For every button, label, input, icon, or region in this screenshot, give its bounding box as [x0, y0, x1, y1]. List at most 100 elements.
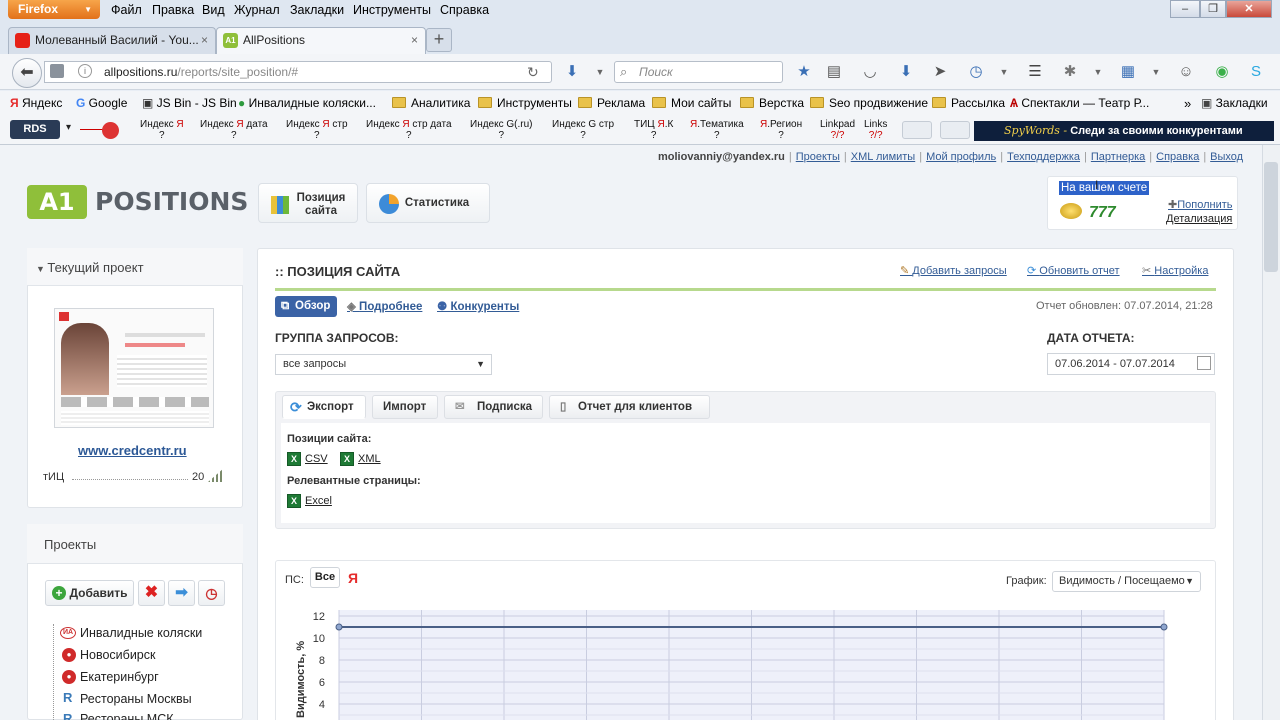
nav-site-position[interactable]: Позиция сайта	[258, 183, 358, 223]
bookmark-folder-layout[interactable]: Верстка	[740, 96, 804, 110]
project-item[interactable]: Рестораны Москвы	[80, 692, 192, 706]
downloads-icon[interactable]: ⬇	[896, 62, 916, 82]
menu-bookmarks[interactable]: Закладки	[290, 3, 344, 17]
addon-ya-region[interactable]: Я.Регион?	[760, 119, 802, 141]
data-point[interactable]	[1160, 623, 1168, 631]
bookmark-folder-mailing[interactable]: Рассылка	[932, 96, 1005, 110]
chat-icon[interactable]: ☺	[1176, 62, 1196, 82]
move-project-button[interactable]: ➡	[168, 580, 195, 606]
current-project-header[interactable]: ▼ Текущий проект	[27, 248, 243, 286]
close-tab-icon[interactable]: ×	[201, 28, 208, 53]
menu-edit[interactable]: Правка	[152, 3, 194, 17]
addon-agent-icon[interactable]	[940, 121, 970, 139]
tab-youtube[interactable]: Молеванный Василий - You... ×	[8, 27, 216, 54]
tab-details[interactable]: ◈ Подробнее	[347, 299, 422, 313]
addon-index-ya-date[interactable]: Индекс Я дата?	[200, 119, 268, 141]
bookmark-yandex[interactable]: Я Яндекс	[10, 96, 62, 110]
spywords-banner[interactable]: SpyWords - Следи за своими конкурентами	[974, 121, 1274, 141]
tab-export[interactable]: ⟳ Экспорт	[282, 395, 366, 419]
export-excel-link[interactable]: Excel	[305, 495, 332, 507]
bookmark-folder-analytics[interactable]: Аналитика	[392, 96, 470, 110]
chevron-down-icon[interactable]: ▼	[1088, 62, 1108, 82]
report-date-input[interactable]: 07.06.2014 - 07.07.2014	[1047, 353, 1215, 375]
query-group-select[interactable]: все запросы	[275, 354, 492, 375]
reload-icon[interactable]: ↻	[527, 64, 539, 81]
minimize-icon[interactable]: –	[1170, 0, 1200, 18]
tab-competitors[interactable]: ⚉ Конкуренты	[437, 299, 519, 313]
info-icon[interactable]: i	[78, 64, 92, 78]
tab-subscription[interactable]: ✉ Подписка	[444, 395, 543, 419]
link-support[interactable]: Техподдержка	[1007, 151, 1080, 163]
addon-index-g-pages[interactable]: Индекс G стр?	[552, 119, 614, 141]
maximize-icon[interactable]: ❐	[1200, 0, 1226, 18]
bookmark-google[interactable]: G Google	[76, 96, 127, 110]
grid-icon[interactable]	[50, 64, 64, 78]
tab-client-report[interactable]: ▯ Отчет для клиентов	[549, 395, 710, 419]
topup-link[interactable]: ✚Пополнить	[1168, 198, 1232, 211]
chevron-down-icon[interactable]: ▼	[994, 62, 1014, 82]
pocket-icon[interactable]: ◡	[860, 62, 880, 82]
close-window-icon[interactable]: ✕	[1226, 0, 1272, 18]
bookmark-folder-ads[interactable]: Реклама	[578, 96, 645, 110]
firefox-menu-button[interactable]: Firefox	[8, 0, 100, 19]
bookmark-star-icon[interactable]: ★	[794, 62, 814, 82]
graph-type-select[interactable]: Видимость / Посещаемо	[1052, 571, 1201, 592]
export-xml-link[interactable]: XML	[358, 453, 381, 465]
addon-p-icon[interactable]	[902, 121, 932, 139]
bookmarks-overflow-icon[interactable]: »	[1184, 96, 1191, 111]
tab-overview[interactable]: ⧉ Обзор	[275, 296, 337, 317]
menu-history[interactable]: Журнал	[234, 3, 280, 17]
timer-icon[interactable]: ◷	[966, 62, 986, 82]
bookmark-all[interactable]: ▣ Закладки	[1201, 96, 1268, 110]
tab-allpositions[interactable]: A1 AllPositions ×	[216, 27, 426, 54]
bookmark-folder-mysites[interactable]: Мои сайты	[652, 96, 731, 110]
scrollbar-thumb[interactable]	[1264, 162, 1278, 272]
bookmark-folder-tools[interactable]: Инструменты	[478, 96, 572, 110]
bookmark-jsbin[interactable]: ▣ JS Bin - JS Bin	[142, 96, 237, 110]
download-icon[interactable]: ⬇	[562, 62, 582, 82]
skype-icon[interactable]: S	[1246, 62, 1266, 82]
menu-file[interactable]: Файл	[111, 3, 142, 17]
rds-logo[interactable]: RDS	[10, 120, 60, 139]
bookmark-theatre[interactable]: Ѧ Спектакли — Театр Р...	[1010, 96, 1149, 110]
addon-index-ya-pages-date[interactable]: Индекс Я стр дата?	[366, 119, 452, 141]
chevron-down-icon[interactable]: ▼	[590, 62, 610, 82]
menu-tools[interactable]: Инструменты	[353, 3, 431, 17]
bookmark-folder-seo[interactable]: Seo продвижение	[810, 96, 928, 110]
link-profile[interactable]: Мой профиль	[926, 151, 996, 163]
addon-index-ya-pages[interactable]: Индекс Я стр?	[286, 119, 348, 141]
send-icon[interactable]: ➤	[930, 62, 950, 82]
data-point[interactable]	[335, 623, 343, 631]
project-item[interactable]: Новосибирск	[80, 648, 155, 662]
refresh-report-link[interactable]: ⟳ Обновить отчет	[1027, 264, 1120, 277]
addon-icon[interactable]: ✱	[1060, 62, 1080, 82]
rds-toggle[interactable]	[80, 121, 120, 139]
delete-project-button[interactable]: ✖	[138, 580, 165, 606]
link-projects[interactable]: Проекты	[796, 151, 840, 163]
project-item[interactable]: Рестораны МСК	[80, 712, 174, 720]
url-text[interactable]: allpositions.ru/reports/site_position/#	[104, 65, 298, 79]
details-link[interactable]: Детализация	[1166, 213, 1232, 225]
addon-tic[interactable]: ТИЦ Я.К?	[634, 119, 673, 141]
project-item[interactable]: Екатеринбург	[80, 670, 159, 684]
chevron-down-icon[interactable]: ▾	[66, 122, 71, 133]
link-partners[interactable]: Партнерка	[1091, 151, 1145, 163]
nav-statistics[interactable]: Статистика	[366, 183, 490, 223]
schedule-project-button[interactable]: ◷	[198, 580, 225, 606]
green-addon-icon[interactable]: ◉	[1212, 62, 1232, 82]
close-tab-icon[interactable]: ×	[411, 28, 418, 53]
menu-help[interactable]: Справка	[440, 3, 489, 17]
hamburger-menu-icon[interactable]: ☰	[1025, 62, 1045, 82]
site-logo[interactable]: A1 POSITIONS	[27, 183, 248, 221]
site-thumbnail[interactable]	[54, 308, 214, 428]
chevron-down-icon[interactable]: ▼	[1146, 62, 1166, 82]
project-site-link[interactable]: www.credcentr.ru	[78, 443, 187, 458]
bookmarks-list-icon[interactable]: ▤	[824, 62, 844, 82]
tab-import[interactable]: Импорт	[372, 395, 438, 419]
link-xml-limits[interactable]: XML лимиты	[851, 151, 915, 163]
add-queries-link[interactable]: ✎ Добавить запросы	[900, 264, 1007, 277]
engine-all-button[interactable]: Все	[310, 567, 340, 588]
export-csv-link[interactable]: CSV	[305, 453, 328, 465]
settings-link[interactable]: ✂ Настройка	[1142, 264, 1208, 277]
back-button[interactable]: ⬅	[12, 58, 42, 88]
